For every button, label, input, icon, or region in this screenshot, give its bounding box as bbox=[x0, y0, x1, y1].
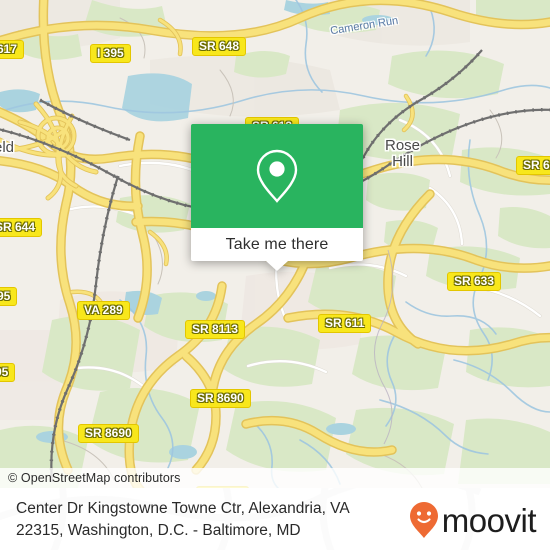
footer-bar: Center Dr Kingstowne Towne Ctr, Alexandr… bbox=[0, 488, 550, 550]
road-shield-i-395: I 395 bbox=[90, 44, 131, 63]
moovit-brand[interactable]: moovit bbox=[409, 501, 537, 539]
road-shield-sr-648: SR 648 bbox=[192, 37, 247, 56]
screenshot-root: .hwy-case{fill:none;stroke:#e3c35a;strok… bbox=[0, 0, 550, 550]
place-label-springfield: eld bbox=[0, 140, 14, 156]
location-address: Center Dr Kingstowne Towne Ctr, Alexandr… bbox=[16, 498, 396, 542]
road-shield-sr-617: 617 bbox=[0, 40, 25, 59]
place-label-rose-hill: Rose Hill bbox=[385, 138, 420, 170]
take-me-there-label: Take me there bbox=[225, 235, 329, 253]
road-shield-sr-8113: SR 8113 bbox=[185, 320, 246, 339]
moovit-smiling-pin-icon bbox=[409, 502, 438, 538]
road-shield-sr-8690-west: SR 8690 bbox=[78, 424, 139, 443]
road-shield-sr-611-east: SR 611 bbox=[318, 314, 372, 333]
place-label-line: Hill bbox=[392, 153, 413, 170]
place-label-line: Rose bbox=[385, 137, 421, 154]
take-me-there-callout[interactable]: Take me there bbox=[191, 124, 363, 271]
address-line-2: 22315, Washington, D.C. - Baltimore, MD bbox=[16, 522, 301, 539]
road-shield-sr-633: SR 633 bbox=[447, 272, 502, 291]
callout-pin-panel bbox=[191, 124, 363, 228]
callout-tail bbox=[266, 261, 288, 271]
moovit-wordmark: moovit bbox=[441, 501, 537, 539]
place-label-line: eld bbox=[0, 139, 15, 156]
road-shield-i-95-upper: 95 bbox=[0, 287, 18, 306]
road-shield-sr-8690-east: SR 8690 bbox=[190, 389, 251, 408]
road-shield-sr-613-east: SR 613 bbox=[516, 156, 550, 175]
address-line-1: Center Dr Kingstowne Towne Ctr, Alexandr… bbox=[16, 500, 350, 517]
map-pin-icon bbox=[256, 149, 298, 203]
road-shield-sr-644: SR 644 bbox=[0, 218, 43, 237]
road-shield-i-95-lower: 95 bbox=[0, 363, 16, 382]
osm-attribution[interactable]: © OpenStreetMap contributors bbox=[8, 471, 181, 485]
road-shield-va-289: VA 289 bbox=[77, 301, 130, 320]
callout-action-bar[interactable]: Take me there bbox=[191, 228, 363, 271]
